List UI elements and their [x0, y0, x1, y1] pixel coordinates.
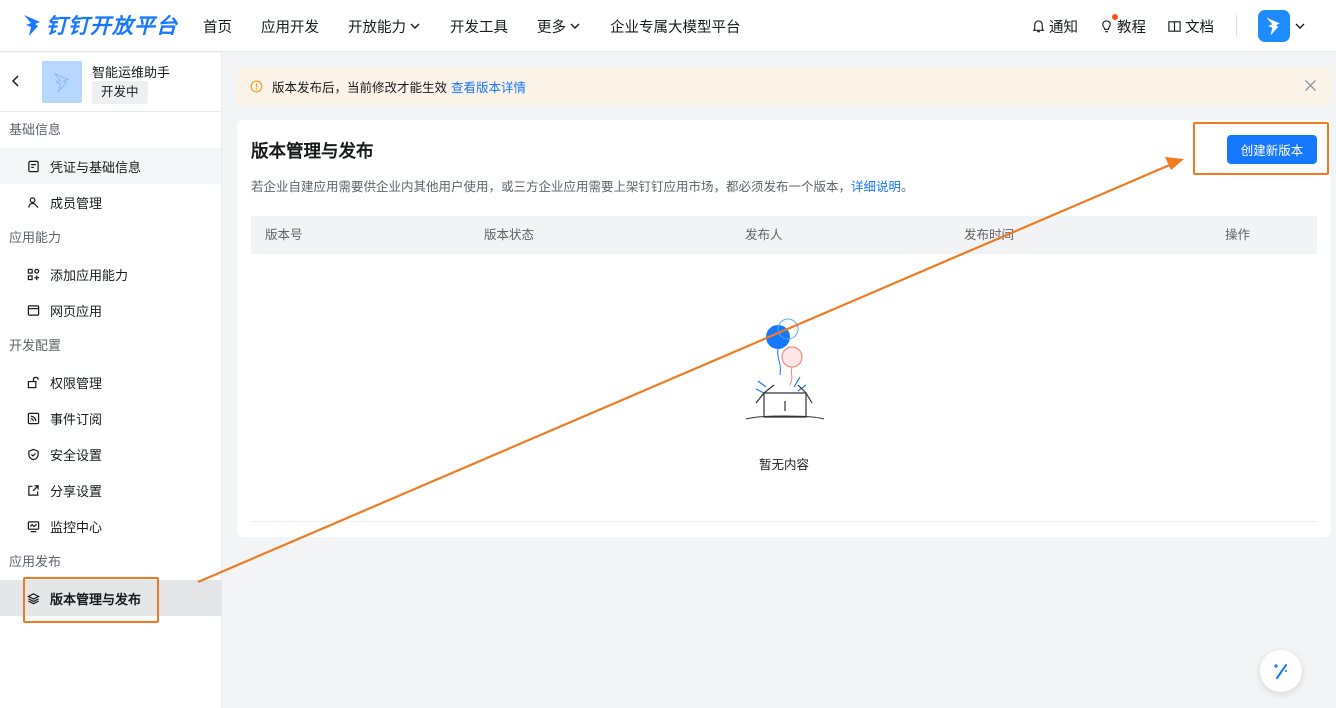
nav-enterprise-llm[interactable]: 企业专属大模型平台	[610, 16, 741, 37]
user-menu[interactable]	[1258, 10, 1306, 42]
notification-dot	[1112, 13, 1118, 20]
empty-state-text: 暂无内容	[758, 458, 809, 472]
credential-icon	[28, 160, 39, 172]
details-link[interactable]: 详细说明	[851, 180, 901, 194]
nav-more[interactable]: 更多	[537, 16, 581, 37]
column-header: 操作	[1225, 228, 1251, 242]
sidebar-item-credentials[interactable]: 凭证与基础信息	[0, 148, 221, 184]
sidebar-item-version-publish[interactable]: 版本管理与发布	[0, 580, 221, 616]
empty-box-illustration	[745, 318, 825, 420]
sidebar-item-share[interactable]: 分享设置	[0, 472, 221, 508]
sidebar: 智能运维助手 开发中 基础信息 凭证与基础信息 成员管理 应用能力 添加应用能力…	[0, 53, 222, 708]
page-title: 版本管理与发布	[251, 141, 374, 161]
sidebar-item-monitor[interactable]: 监控中心	[0, 508, 221, 544]
sidebar-item-web-app[interactable]: 网页应用	[0, 292, 221, 328]
shield-icon	[28, 448, 39, 460]
group-title-dev-config: 开发配置	[9, 338, 62, 353]
nav-app-dev[interactable]: 应用开发	[261, 16, 319, 37]
app-header: 智能运维助手 开发中	[0, 53, 221, 112]
lightbulb-icon	[1102, 19, 1111, 32]
info-circle-icon	[250, 80, 263, 92]
create-version-button[interactable]: 创建新版本	[1227, 135, 1317, 164]
group-title-capability: 应用能力	[9, 230, 62, 245]
chevron-down-icon	[410, 23, 420, 29]
sidebar-item-add-capability[interactable]: 添加应用能力	[0, 256, 221, 292]
share-icon	[28, 484, 39, 496]
column-header: 发布时间	[964, 228, 1015, 242]
subscription-icon	[27, 412, 40, 424]
notify-button[interactable]: 通知	[1031, 16, 1078, 37]
sidebar-item-security[interactable]: 安全设置	[0, 436, 221, 472]
book-icon	[1168, 20, 1181, 32]
sidebar-item-members[interactable]: 成员管理	[0, 184, 221, 220]
app-name: 智能运维助手	[92, 65, 171, 80]
chevron-down-icon	[1295, 23, 1305, 29]
add-capability-icon	[27, 268, 40, 280]
chevron-down-icon	[570, 23, 580, 29]
monitor-icon	[27, 520, 40, 532]
ai-assistant-button[interactable]	[1260, 650, 1302, 692]
avatar	[1258, 10, 1290, 42]
back-arrow-icon[interactable]	[9, 74, 23, 88]
layers-icon	[27, 592, 40, 604]
nav-dev-tools[interactable]: 开发工具	[450, 16, 508, 37]
sidebar-item-event-subscription[interactable]: 事件订阅	[0, 400, 221, 436]
browser-icon	[27, 304, 40, 316]
header-tools: 通知 教程 文档	[1010, 0, 1306, 52]
status-badge: 开发中	[92, 81, 148, 104]
nav-home[interactable]: 首页	[203, 16, 232, 37]
top-navbar: 钉钉开放平台 首页 应用开发 开放能力 开发工具 更多 企业专属大模型平台 通知…	[0, 0, 1336, 52]
dingtalk-avatar-icon	[1266, 17, 1280, 36]
notice-banner: 版本发布后，当前修改才能生效 查看版本详情	[237, 67, 1331, 105]
group-title-publish: 应用发布	[9, 554, 62, 569]
sidebar-item-permissions[interactable]: 权限管理	[0, 364, 221, 400]
column-header: 版本状态	[484, 228, 535, 242]
lock-icon	[27, 376, 39, 388]
table-header: 版本号 版本状态 发布人 发布时间 操作	[251, 216, 1317, 254]
magic-wand-icon	[1274, 664, 1287, 679]
notice-text: 版本发布后，当前修改才能生效	[272, 80, 448, 95]
version-card: 版本管理与发布 若企业自建应用需要供企业内其他用户使用，或三方企业应用需要上架钉…	[237, 120, 1331, 537]
page-description: 若企业自建应用需要供企业内其他用户使用，或三方企业应用需要上架钉钉应用市场，都必…	[251, 180, 914, 194]
bell-icon	[1032, 19, 1045, 32]
view-version-link[interactable]: 查看版本详情	[451, 77, 526, 96]
docs-button[interactable]: 文档	[1167, 16, 1214, 37]
dingtalk-logo-icon	[24, 15, 40, 36]
column-header: 版本号	[265, 228, 303, 242]
user-icon	[28, 196, 39, 208]
tutorial-button[interactable]: 教程	[1099, 13, 1146, 37]
app-icon	[42, 61, 82, 103]
app-logo-icon	[54, 73, 70, 93]
group-title-basic: 基础信息	[9, 122, 62, 137]
divider	[1236, 15, 1237, 37]
brand-name: 钉钉开放平台	[46, 15, 178, 38]
nav-open-capability[interactable]: 开放能力	[348, 16, 421, 37]
main-nav: 首页 应用开发 开放能力 开发工具 更多 企业专属大模型平台	[203, 0, 770, 52]
close-icon[interactable]	[1304, 79, 1317, 92]
divider	[251, 521, 1317, 522]
column-header: 发布人	[745, 228, 783, 242]
brand-logo[interactable]: 钉钉开放平台	[22, 10, 178, 40]
